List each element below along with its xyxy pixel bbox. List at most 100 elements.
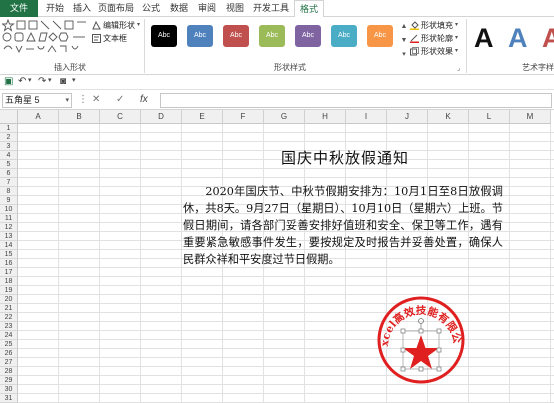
shape-style-2[interactable]: Abc [187,25,213,47]
row-header[interactable]: 14 [0,241,18,250]
chevron-down-icon[interactable]: ▾ [65,94,69,107]
shape-outline-button[interactable]: 形状轮廓 ▾ [410,32,466,45]
column-header[interactable]: M [510,110,551,124]
row-header[interactable]: 1 [0,124,18,133]
row-header[interactable]: 21 [0,304,18,313]
edit-shape-button[interactable]: 编辑形状 ▾ [92,19,142,32]
column-header[interactable]: H [305,110,346,124]
shape-style-1[interactable]: Abc [151,25,177,47]
column-header[interactable]: G [264,110,305,124]
tab-file[interactable]: 文件 [0,0,38,17]
row-header[interactable]: 17 [0,268,18,277]
column-header[interactable]: K [428,110,469,124]
row-header[interactable]: 31 [0,394,18,403]
shape-effects-button[interactable]: 形状效果 ▾ [410,45,466,58]
styles-scroll[interactable]: ▲ ▼ ▾ [400,20,408,62]
row-header[interactable]: 8 [0,187,18,196]
textbox-button[interactable]: 文本框 [92,32,142,45]
row-header[interactable]: 20 [0,295,18,304]
tab-formulas[interactable]: 公式 [138,0,164,17]
dialog-launcher-icon[interactable]: ⌟ [457,64,460,72]
wordart-style-3[interactable]: A [542,23,554,54]
tab-developer[interactable]: 开发工具 [250,0,292,17]
company-seal[interactable]: Excel高效技能有限公司 [371,286,466,385]
wordart-style-1[interactable]: A [474,23,494,54]
more-styles-icon[interactable]: ▾ [400,48,408,62]
scroll-up-icon[interactable]: ▲ [400,20,408,34]
shape-style-7[interactable]: Abc [367,25,393,47]
row-header[interactable]: 7 [0,178,18,187]
column-header[interactable]: A [18,110,59,124]
save-icon[interactable]: ▣ [4,76,13,87]
row-header[interactable]: 15 [0,250,18,259]
chevron-down-icon[interactable]: ▾ [48,76,52,84]
select-all-corner[interactable] [0,110,18,124]
row-header[interactable]: 6 [0,169,18,178]
row-header[interactable]: 12 [0,223,18,232]
chevron-down-icon[interactable]: ▾ [28,76,32,84]
column-header[interactable]: J [387,110,428,124]
tab-data[interactable]: 数据 [166,0,192,17]
effects-icon [410,47,419,56]
column-header[interactable]: C [100,110,141,124]
name-box[interactable]: 五角星 5 ▾ [2,93,72,108]
row-header[interactable]: 19 [0,286,18,295]
insert-shapes-group-label: 插入形状 [54,63,86,72]
row-header[interactable]: 28 [0,367,18,376]
tab-page-layout[interactable]: 页面布局 [96,0,136,17]
tab-insert[interactable]: 插入 [70,0,94,17]
chevron-down-icon: ▾ [455,22,459,28]
row-header[interactable]: 27 [0,358,18,367]
column-header[interactable]: L [469,110,510,124]
row-header[interactable]: 22 [0,313,18,322]
tab-review[interactable]: 审阅 [194,0,220,17]
shape-style-3[interactable]: Abc [223,25,249,47]
column-header[interactable]: D [141,110,182,124]
shape-effects-label: 形状效果 [421,47,453,56]
row-header[interactable]: 5 [0,160,18,169]
row-header[interactable]: 9 [0,196,18,205]
tab-view[interactable]: 视图 [222,0,248,17]
more-icon: ⋮ [78,94,88,105]
row-header[interactable]: 10 [0,205,18,214]
scroll-down-icon[interactable]: ▼ [400,34,408,48]
shape-style-5[interactable]: Abc [295,25,321,47]
shape-fill-button[interactable]: 形状填充 ▾ [410,19,466,32]
formula-input[interactable] [160,93,552,108]
customize-toolbar-icon[interactable]: ▾ [72,76,76,84]
shapes-gallery[interactable] [2,19,88,57]
textbox-label: 文本框 [103,34,127,43]
tab-home[interactable]: 开始 [42,0,68,17]
redo-icon[interactable]: ↷ [38,76,46,87]
row-header[interactable]: 13 [0,232,18,241]
column-header[interactable]: B [59,110,100,124]
undo-icon[interactable]: ↶ [18,76,26,87]
insert-function-icon[interactable]: fx [140,94,148,105]
quick-access-toolbar: ▣ ↶ ▾ ↷ ▾ ◙ ▾ [0,75,554,90]
camera-icon[interactable]: ◙ [60,76,66,87]
row-header[interactable]: 16 [0,259,18,268]
row-header[interactable]: 18 [0,277,18,286]
row-header[interactable]: 23 [0,322,18,331]
row-header[interactable]: 29 [0,376,18,385]
row-header[interactable]: 4 [0,151,18,160]
row-header[interactable]: 11 [0,214,18,223]
row-header[interactable]: 24 [0,331,18,340]
shape-style-4[interactable]: Abc [259,25,285,47]
row-header[interactable]: 30 [0,385,18,394]
row-header[interactable]: 25 [0,340,18,349]
row-header[interactable]: 26 [0,349,18,358]
row-header[interactable]: 2 [0,133,18,142]
group-divider [144,19,145,73]
column-header[interactable]: I [346,110,387,124]
row-header[interactable]: 3 [0,142,18,151]
tab-format[interactable]: 格式 [294,0,324,18]
column-header[interactable]: F [223,110,264,124]
wordart-style-2[interactable]: A [508,23,528,54]
ribbon: 编辑形状 ▾ 文本框 插入形状 Abc Abc Abc Abc Abc Abc A… [0,17,554,75]
shape-style-6[interactable]: Abc [331,25,357,47]
seal-graphic: Excel高效技能有限公司 [371,286,465,384]
cancel-icon[interactable]: ✕ [92,94,100,105]
column-header[interactable]: E [182,110,223,124]
enter-icon[interactable]: ✓ [116,94,124,105]
